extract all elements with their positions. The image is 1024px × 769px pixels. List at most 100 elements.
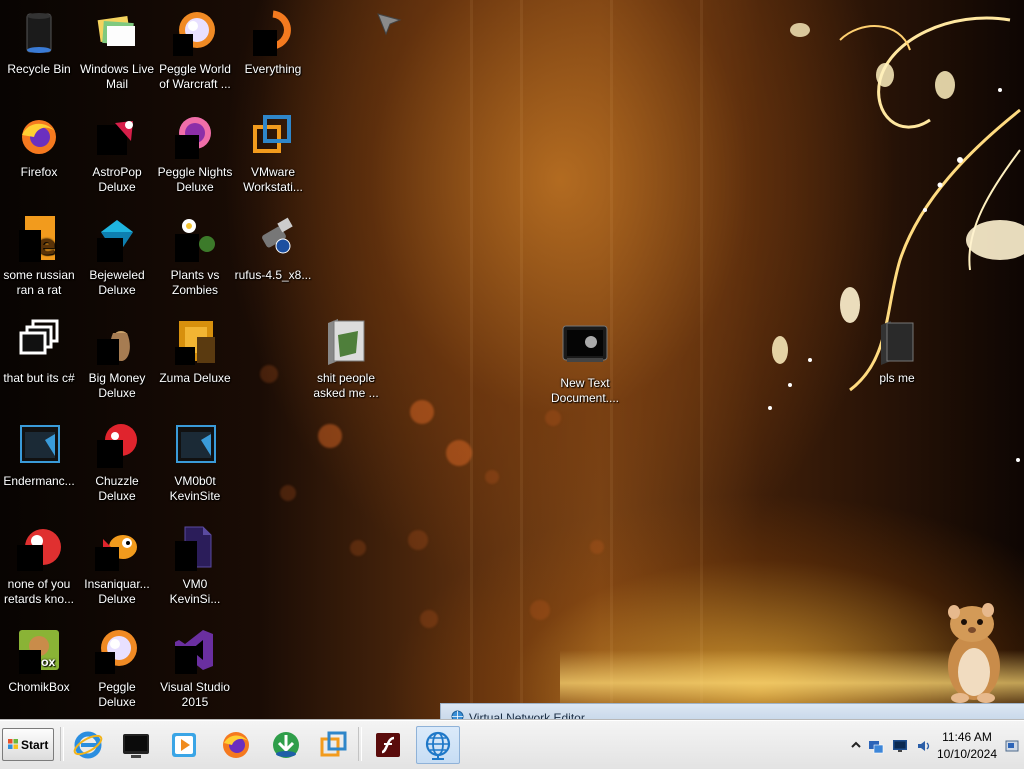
recycle-bin-icon [15,8,63,56]
desktop-icon-label: pls me [879,371,915,385]
show-desktop-icon[interactable] [1004,738,1020,754]
taskbar-firefox-button[interactable] [214,726,258,764]
desktop-icon-label: ChomikBox [8,680,70,694]
desktop-icon-that-but-its-csharp[interactable]: that but its c# [0,317,78,386]
system-tray: 11:46 AM 10/10/2024 [846,728,1022,762]
desktop-icon-vm0-kevinsite[interactable]: VM0 KevinSi... [156,523,234,607]
desktop-icon-label: that but its c# [3,371,75,385]
hamster-mascot-icon [948,603,1000,703]
desktop-icon-big-money-deluxe[interactable]: Big Money Deluxe [78,317,156,401]
volume-icon[interactable] [916,738,932,754]
desktop-icon-label: Plants vs Zombies [170,268,220,297]
taskbar-internet-explorer-button[interactable] [66,726,110,764]
desktop-icon-peggle-world-of-warcraft[interactable]: Peggle World of Warcraft ... [156,8,234,92]
desktop-icon-label: Recycle Bin [7,62,71,76]
desktop-icon-label: Everything [244,62,302,76]
astropop-icon [93,111,141,159]
taskbar-virtual-network-editor-button[interactable] [416,726,460,764]
desktop-icon-peggle-deluxe[interactable]: Peggle Deluxe [78,626,156,710]
desktop-icon-everything[interactable]: Everything [234,8,312,77]
desktop-icon-vm0b0t-kevinsite[interactable]: VM0b0t KevinSite [156,420,234,504]
file-e-icon: e [15,214,63,262]
mouse-cursor [377,13,402,36]
desktop-icon-peggle-nights-deluxe[interactable]: Peggle Nights Deluxe [156,111,234,195]
file-document-icon [171,523,219,571]
desktop-icon-label: Zuma Deluxe [159,371,231,385]
vmware-icon [249,111,297,159]
chomikbox-icon: OX [15,626,63,674]
desktop-icon-vmware-workstation[interactable]: VMware Workstati... [234,111,312,195]
desktop-icon-chuzzle-deluxe[interactable]: Chuzzle Deluxe [78,420,156,504]
desktop-icon-bejeweled-deluxe[interactable]: Bejeweled Deluxe [78,214,156,298]
desktop-icon-zuma-deluxe[interactable]: Zuma Deluxe [156,317,234,386]
windows-flag-icon [8,739,18,749]
desktop-icon-none-of-you[interactable]: none of you retards kno... [0,523,78,607]
desktop-icon-label: Visual Studio 2015 [160,680,230,709]
dark-window-icon [15,420,63,468]
console-monitor-icon [561,322,609,370]
show-hidden-icons-chevron-icon[interactable] [848,738,864,754]
desktop-icon-insaniquarium-deluxe[interactable]: Insaniquar... Deluxe [78,523,156,607]
desktop-icon-some-russian-ran-a-rat[interactable]: e some russian ran a rat [0,214,78,298]
network-manager-tray-icon[interactable] [868,738,884,754]
desktop-icon-label: Endermanc... [3,474,75,488]
peggle-ball-icon [93,626,141,674]
desktop-icon-pls-me[interactable]: pls me [858,317,936,386]
desktop-icon-rufus[interactable]: rufus-4.5_x8... [234,214,312,283]
firefox-icon [223,732,249,758]
desktop-icon-label: VM0 KevinSi... [169,577,221,606]
desktop-icon-recycle-bin[interactable]: Recycle Bin [0,8,78,77]
desktop-icon-label: Insaniquar... Deluxe [84,577,150,606]
clock-time[interactable]: 11:46 AM [938,730,996,744]
console-monitor-icon [123,734,149,758]
clock-date[interactable]: 10/10/2024 [932,747,1002,761]
display-tray-icon[interactable] [892,738,908,754]
goldfish-icon [93,523,141,571]
desktop-icon-label: Bejeweled Deluxe [89,268,145,297]
desktop-icon-label: Peggle Deluxe [98,680,136,709]
internet-explorer-icon [73,731,103,759]
taskbar-separator [358,727,362,761]
desktop-icon-astropop-deluxe[interactable]: AstroPop Deluxe [78,111,156,195]
taskbar-console-button[interactable] [114,726,158,764]
taskbar-media-player-button[interactable] [162,726,206,764]
taskbar: Start 11:46 AM 10/10/2024 [0,720,1024,769]
taskbar-flash-button[interactable] [366,726,410,764]
desktop-icon-label: Chuzzle Deluxe [95,474,139,503]
taskbar-separator [60,727,64,761]
bejeweled-gem-icon [93,214,141,262]
usb-drive-icon [249,214,297,262]
desktop-icon-chomikbox[interactable]: OX ChomikBox [0,626,78,695]
desktop-icon-label: Windows Live Mail [79,62,155,91]
everything-search-icon [249,8,297,56]
svg-text:OX: OX [41,659,55,669]
vmware-icon [320,731,347,757]
desktop-icon-label: rufus-4.5_x8... [234,268,312,282]
globe-network-icon [425,731,451,760]
desktop-icon-windows-live-mail[interactable]: Windows Live Mail [78,8,156,92]
desktop-icon-label: Big Money Deluxe [88,371,146,400]
taskbar-vmware-button[interactable] [312,726,356,764]
desktop-icon-label: Peggle World of Warcraft ... [159,62,231,91]
start-label: Start [21,738,49,752]
desktop-icon-shit-people-asked-me[interactable]: shit people asked me ... [307,317,385,401]
desktop-icon-label: Firefox [20,165,58,179]
desktop-icon-label: VMware Workstati... [243,165,303,194]
firefox-icon [15,111,63,159]
dark-window-icon [171,420,219,468]
desktop-icon-new-text-document[interactable]: New Text Document.... [546,322,624,406]
start-button[interactable]: Start [2,728,54,761]
desktop-icon-label: Peggle Nights Deluxe [157,165,233,194]
desktop-icon-firefox[interactable]: Firefox [0,111,78,180]
red-ball-icon [15,523,63,571]
chuzzle-icon [93,420,141,468]
money-bag-icon [93,317,141,365]
taskbar-download-manager-button[interactable] [264,726,308,764]
desktop-icon-visual-studio-2015[interactable]: Visual Studio 2015 [156,626,234,710]
mail-envelopes-icon [93,8,141,56]
desktop-icon-label: VM0b0t KevinSite [169,474,221,503]
plants-vs-zombies-icon [171,214,219,262]
desktop-icon-endermanch[interactable]: Endermanc... [0,420,78,489]
visual-studio-icon [171,626,219,674]
desktop-icon-plants-vs-zombies[interactable]: Plants vs Zombies [156,214,234,298]
